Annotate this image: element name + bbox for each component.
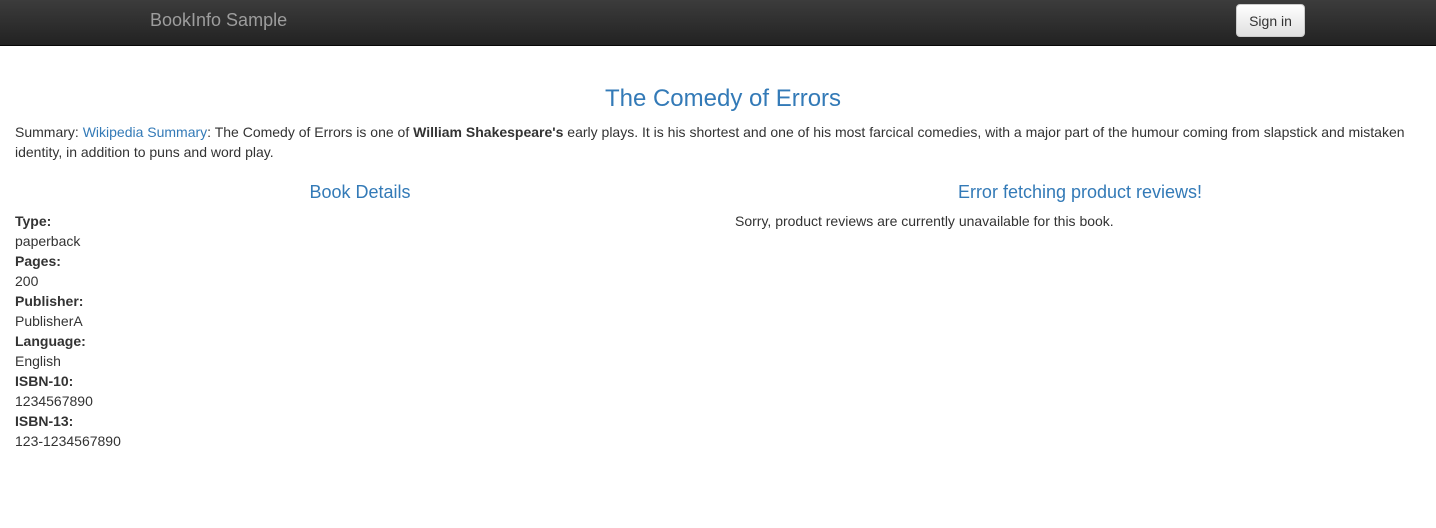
detail-label-isbn10: ISBN-10: bbox=[15, 373, 74, 389]
detail-label-isbn13: ISBN-13: bbox=[15, 413, 74, 429]
summary-prefix: Summary: bbox=[15, 124, 83, 140]
reviews-error-message: Sorry, product reviews are currently una… bbox=[735, 213, 1114, 229]
book-summary: Summary: Wikipedia Summary: The Comedy o… bbox=[15, 122, 1430, 162]
page-title: The Comedy of Errors bbox=[604, 85, 842, 112]
detail-label-type: Type: bbox=[15, 213, 52, 229]
sign-in-button[interactable]: Sign in bbox=[1236, 4, 1305, 37]
summary-text: : The Comedy of Errors is one of bbox=[207, 124, 414, 140]
wikipedia-summary-link[interactable]: Wikipedia Summary bbox=[83, 124, 207, 140]
detail-value-type: paperback bbox=[15, 233, 81, 249]
book-details-list: Type: paperback Pages: 200 Publisher: Pu… bbox=[15, 211, 121, 451]
detail-value-isbn10: 1234567890 bbox=[15, 393, 93, 409]
reviews-error-heading: Error fetching product reviews! bbox=[957, 182, 1203, 202]
navbar: BookInfo Sample Sign in bbox=[0, 0, 1436, 46]
detail-label-pages: Pages: bbox=[15, 253, 61, 269]
detail-label-language: Language: bbox=[15, 333, 86, 349]
summary-author: William Shakespeare's bbox=[413, 124, 564, 140]
book-details-heading: Book Details bbox=[309, 182, 411, 202]
detail-label-publisher: Publisher: bbox=[15, 293, 84, 309]
detail-value-isbn13: 123-1234567890 bbox=[15, 433, 121, 449]
brand-link[interactable]: BookInfo Sample bbox=[150, 10, 287, 30]
detail-value-pages: 200 bbox=[15, 273, 39, 289]
detail-value-language: English bbox=[15, 353, 61, 369]
detail-value-publisher: PublisherA bbox=[15, 313, 83, 329]
